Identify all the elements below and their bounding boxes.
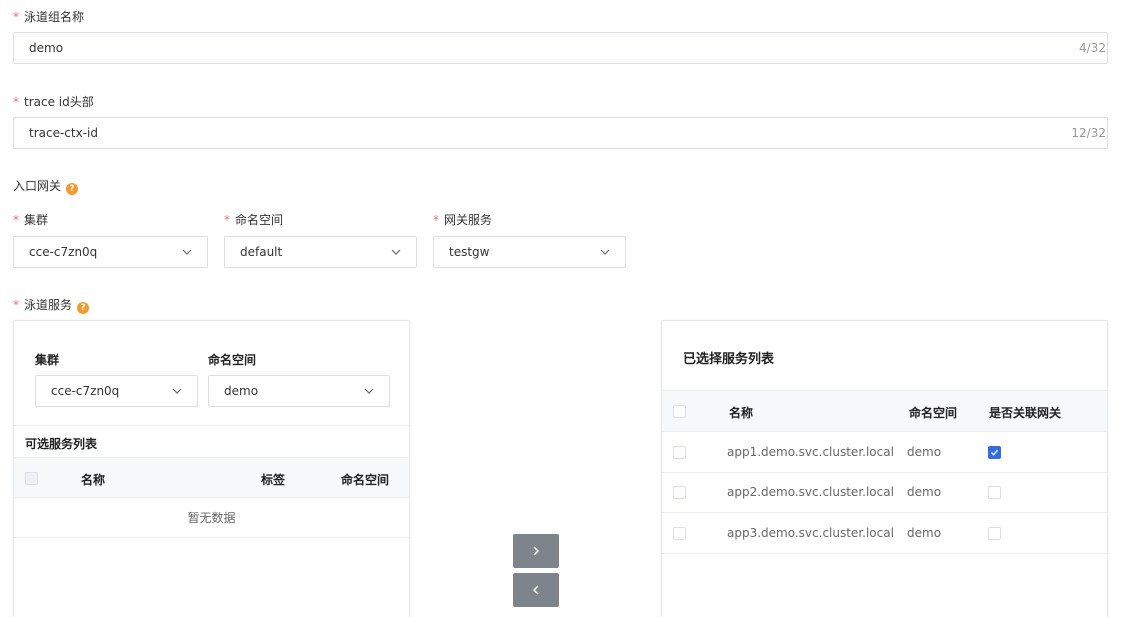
chevron-left-icon xyxy=(532,585,539,595)
lane-service-label: * 泳道服务? xyxy=(13,296,90,314)
move-right-button[interactable] xyxy=(513,534,559,568)
row-checkbox[interactable] xyxy=(673,446,686,459)
left-cluster-label: 集群 xyxy=(35,353,60,367)
chevron-down-icon xyxy=(364,388,374,394)
column-header-tags: 标签 xyxy=(261,473,286,487)
lane-group-name-count: 4/32 xyxy=(1079,41,1106,55)
selected-list-title: 已选择服务列表 xyxy=(683,352,775,367)
service-namespace: demo xyxy=(907,445,942,459)
ingress-namespace-select[interactable]: default xyxy=(224,236,417,268)
chevron-down-icon xyxy=(182,249,192,255)
table-row: app3.demo.svc.cluster.local demo xyxy=(662,513,1107,554)
select-all-checkbox[interactable] xyxy=(25,472,38,485)
service-name: app1.demo.svc.cluster.local xyxy=(727,445,894,459)
ingress-namespace-label: * 命名空间 xyxy=(224,213,284,227)
gateway-service-select[interactable]: testgw xyxy=(433,236,626,268)
column-header-namespace: 命名空间 xyxy=(341,473,390,487)
selected-services-panel: 已选择服务列表 名称 命名空间 是否关联网关 app1.demo.svc.clu… xyxy=(661,320,1108,617)
trace-header-value: trace-ctx-id xyxy=(29,126,98,140)
selected-table-header: 名称 命名空间 是否关联网关 xyxy=(662,390,1107,432)
move-left-button[interactable] xyxy=(513,573,559,607)
lane-group-name-value: demo xyxy=(29,41,64,55)
available-table-header: 名称 标签 命名空间 xyxy=(14,457,409,498)
ingress-cluster-select[interactable]: cce-c7zn0q xyxy=(13,236,208,268)
select-all-checkbox[interactable] xyxy=(673,405,686,418)
table-row: app2.demo.svc.cluster.local demo xyxy=(662,473,1107,513)
chevron-down-icon xyxy=(172,388,182,394)
trace-header-count: 12/32 xyxy=(1071,126,1106,140)
help-icon[interactable]: ? xyxy=(77,302,90,314)
linked-gateway-checkbox[interactable] xyxy=(988,527,1001,540)
chevron-down-icon xyxy=(391,249,401,255)
column-header-name: 名称 xyxy=(729,406,754,420)
trace-header-input[interactable]: trace-ctx-id 12/32 xyxy=(13,117,1108,149)
lane-group-name-input[interactable]: demo 4/32 xyxy=(13,32,1108,64)
divider xyxy=(14,425,409,426)
available-services-panel: 集群 cce-c7zn0q 命名空间 demo 可选服务列表 名称 标签 命名空… xyxy=(13,320,410,617)
column-header-linked-gateway: 是否关联网关 xyxy=(989,406,1062,420)
row-checkbox[interactable] xyxy=(673,527,686,540)
ingress-cluster-label: * 集群 xyxy=(13,213,49,227)
lane-group-name-label: * 泳道组名称 xyxy=(13,10,85,24)
available-list-title: 可选服务列表 xyxy=(25,437,98,451)
ingress-gateway-label: 入口网关? xyxy=(13,177,79,195)
service-name: app3.demo.svc.cluster.local xyxy=(727,526,894,540)
row-checkbox[interactable] xyxy=(673,486,686,499)
chevron-down-icon xyxy=(600,249,610,255)
empty-state: 暂无数据 xyxy=(14,498,409,538)
chevron-right-icon xyxy=(533,546,540,556)
table-row: app1.demo.svc.cluster.local demo xyxy=(662,432,1107,473)
service-namespace: demo xyxy=(907,485,942,499)
column-header-namespace: 命名空间 xyxy=(909,406,958,420)
check-icon xyxy=(991,449,999,456)
gateway-service-label: * 网关服务 xyxy=(433,213,493,227)
left-namespace-label: 命名空间 xyxy=(208,353,257,367)
service-namespace: demo xyxy=(907,526,942,540)
left-namespace-select[interactable]: demo xyxy=(208,375,390,407)
left-cluster-select[interactable]: cce-c7zn0q xyxy=(35,375,198,407)
column-header-name: 名称 xyxy=(81,473,106,487)
service-name: app2.demo.svc.cluster.local xyxy=(727,485,894,499)
linked-gateway-checkbox[interactable] xyxy=(988,446,1001,459)
linked-gateway-checkbox[interactable] xyxy=(988,486,1001,499)
help-icon[interactable]: ? xyxy=(66,183,79,195)
trace-header-label: * trace id头部 xyxy=(13,95,94,109)
